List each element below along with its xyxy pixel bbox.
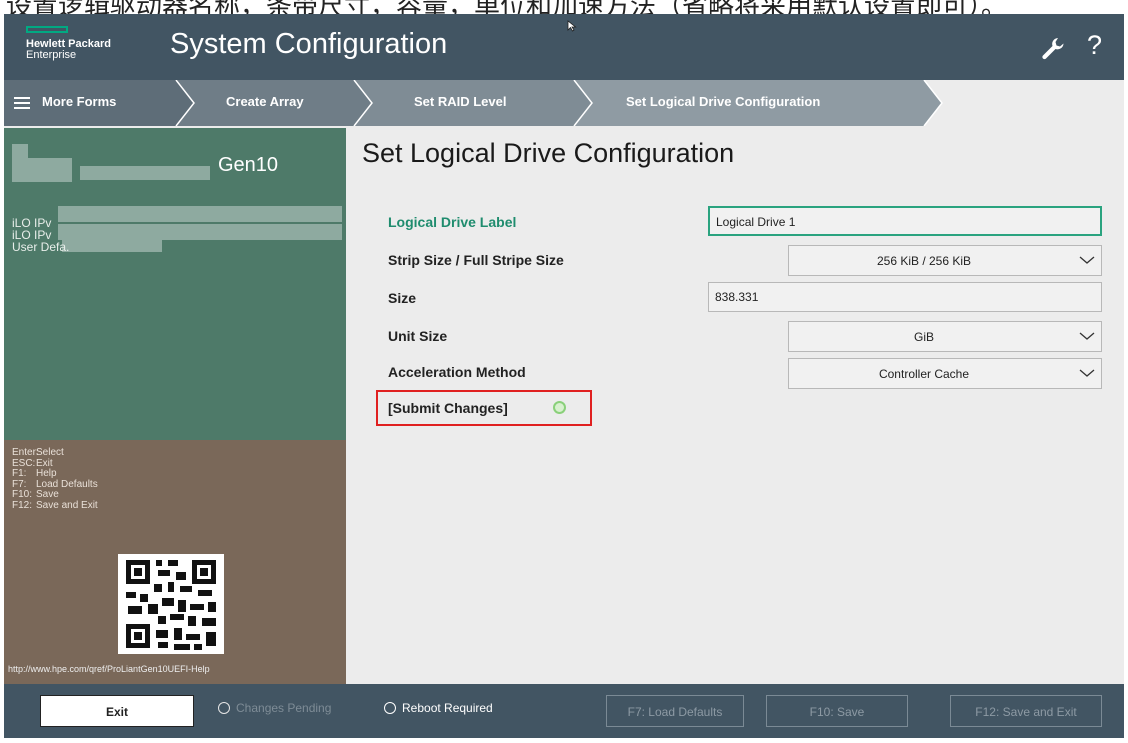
- main-form: Set Logical Drive Configuration Logical …: [348, 128, 1124, 684]
- f10-save-button[interactable]: F10: Save: [766, 695, 908, 727]
- breadcrumb-set-raid-level[interactable]: Set RAID Level: [414, 94, 506, 109]
- server-generation: Gen10: [218, 154, 279, 176]
- key-help-row: Enter:Select: [12, 447, 64, 458]
- app-title: System Configuration: [170, 28, 448, 60]
- redacted-block: [62, 240, 162, 252]
- size-input[interactable]: 838.331: [708, 282, 1102, 312]
- redacted-block: [12, 144, 28, 158]
- qr-code: [118, 554, 224, 654]
- brand-line2: Enterprise: [26, 49, 77, 61]
- acceleration-method-label: Acceleration Method: [388, 364, 526, 380]
- changes-pending-label: Changes Pending: [236, 701, 332, 715]
- submit-status-dot-icon: [553, 401, 566, 414]
- hpe-logo: Hewlett Packard Enterprise: [26, 26, 111, 61]
- reboot-required-status: Reboot Required: [384, 701, 493, 715]
- ilo-line: User Defa.: [12, 240, 70, 254]
- page-title: Set Logical Drive Configuration: [362, 138, 735, 168]
- server-info-panel: Gen10 iLO IPv iLO IPv User Defa.: [4, 128, 346, 440]
- acceleration-method-value: Controller Cache: [878, 367, 970, 381]
- unit-size-value: GiB: [913, 330, 934, 344]
- redacted-block: [80, 166, 210, 180]
- mouse-cursor-icon: [567, 20, 577, 32]
- logical-drive-label-input[interactable]: Logical Drive 1: [708, 206, 1102, 236]
- strip-size-value: 256 KiB / 256 KiB: [876, 254, 972, 268]
- redacted-block: [58, 206, 342, 222]
- breadcrumb-more-forms[interactable]: More Forms: [42, 94, 116, 109]
- unit-size-select[interactable]: GiB: [788, 321, 1102, 352]
- key-help-list: Enter:Select ESC:Exit F1: Help F7: Load De…: [12, 447, 98, 511]
- radio-ring-icon: [384, 702, 396, 714]
- changes-pending-status: Changes Pending: [218, 701, 331, 715]
- breadcrumb-arrows: [4, 80, 943, 126]
- size-label: Size: [388, 290, 417, 306]
- ilo-info: iLO IPv iLO IPv User Defa.: [12, 217, 69, 253]
- redacted-block: [12, 158, 72, 182]
- key-help-row: F12: Save and Exit: [12, 499, 98, 511]
- hamburger-menu-icon[interactable]: [14, 97, 30, 109]
- key-help-panel: Enter:Select ESC:Exit F1: Help F7: Load De…: [4, 440, 346, 684]
- footer-bar: Exit Changes Pending Reboot Required F7:…: [4, 684, 1124, 738]
- caption-strip: 设置逻辑驱动器名称，条带尺寸，容量，单位和加速方法（省略将采用默认设置即可）。: [0, 0, 1128, 14]
- acceleration-method-select[interactable]: Controller Cache: [788, 358, 1102, 389]
- caption-text: 设置逻辑驱动器名称，条带尺寸，容量，单位和加速方法（省略将采用默认设置即可）。: [6, 0, 1007, 14]
- strip-size-label: Strip Size / Full Stripe Size: [388, 252, 564, 268]
- exit-button[interactable]: Exit: [40, 695, 194, 727]
- help-url-link[interactable]: http://www.hpe.com/qref/ProLiantGen10UEF…: [8, 664, 210, 674]
- chevron-down-icon: [1079, 256, 1095, 264]
- f12-save-and-exit-button[interactable]: F12: Save and Exit: [950, 695, 1102, 727]
- bios-screen: Hewlett Packard Enterprise System Config…: [4, 14, 1124, 738]
- app-header: Hewlett Packard Enterprise System Config…: [4, 14, 1124, 80]
- unit-size-label: Unit Size: [388, 328, 448, 344]
- chevron-down-icon: [1079, 332, 1095, 340]
- f7-load-defaults-button[interactable]: F7: Load Defaults: [606, 695, 744, 727]
- breadcrumb: More Forms Create Array Set RAID Level S…: [4, 80, 1124, 126]
- submit-changes-button[interactable]: [Submit Changes]: [388, 400, 508, 416]
- radio-ring-icon: [218, 702, 230, 714]
- help-icon[interactable]: ?: [1087, 30, 1102, 61]
- hpe-logo-bar: [26, 26, 68, 33]
- redacted-block: [58, 224, 342, 240]
- chevron-down-icon: [1079, 369, 1095, 377]
- submit-changes-highlight: [Submit Changes]: [376, 390, 592, 426]
- wrench-icon[interactable]: [1040, 36, 1066, 60]
- strip-size-select[interactable]: 256 KiB / 256 KiB: [788, 245, 1102, 276]
- logical-drive-label-label: Logical Drive Label: [388, 214, 517, 230]
- reboot-required-label: Reboot Required: [402, 701, 493, 715]
- breadcrumb-create-array[interactable]: Create Array: [226, 94, 304, 109]
- breadcrumb-set-logical-drive[interactable]: Set Logical Drive Configuration: [626, 94, 820, 109]
